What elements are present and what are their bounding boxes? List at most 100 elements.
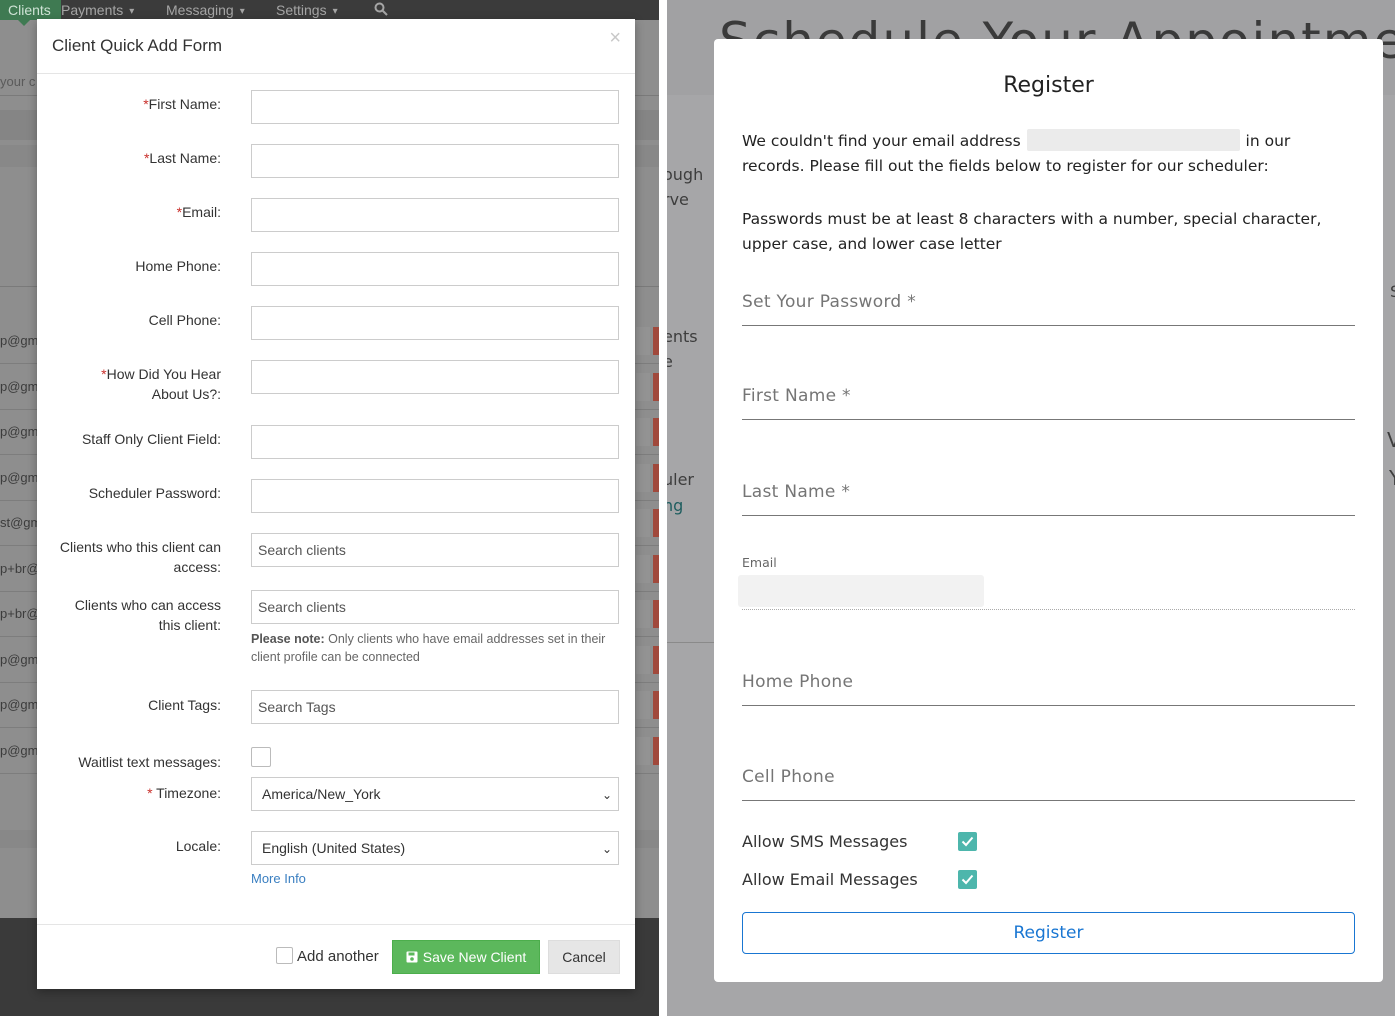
- scheduler-password-input[interactable]: [251, 479, 619, 513]
- email-field-label: Email: [742, 555, 777, 570]
- how-heard-label-line1: How Did You Hear: [106, 366, 221, 382]
- cancel-button[interactable]: Cancel: [548, 940, 620, 974]
- add-another-option[interactable]: Add another: [276, 947, 379, 965]
- allow-email-label: Allow Email Messages: [742, 870, 918, 889]
- right-pane: Schedule Your Appointment ough rve : eld…: [667, 0, 1395, 1016]
- more-info-link[interactable]: More Info: [251, 871, 306, 886]
- nav-settings-label: Settings: [276, 2, 327, 18]
- modal-footer: Add another Save New Client Cancel: [37, 924, 635, 989]
- cell-phone-input[interactable]: [251, 306, 619, 340]
- redacted-email: [1026, 129, 1240, 151]
- last-name-input[interactable]: [251, 144, 619, 178]
- save-icon: [406, 951, 418, 963]
- how-heard-input[interactable]: [251, 360, 619, 394]
- bg-row-cell: [636, 736, 650, 765]
- client-tags-label: Client Tags:: [148, 697, 221, 713]
- register-title: Register: [1003, 73, 1094, 98]
- cell-phone-field[interactable]: Cell Phone: [742, 755, 1355, 801]
- save-new-client-label: Save New Client: [422, 949, 527, 965]
- last-name-field[interactable]: Last Name *: [742, 470, 1355, 516]
- chevron-down-icon: ⌄: [601, 842, 612, 856]
- allow-sms-label: Allow SMS Messages: [742, 832, 908, 851]
- modal-header: Client Quick Add Form ×: [37, 19, 635, 74]
- bg-text: S: [1390, 282, 1395, 301]
- clients-who-access-search[interactable]: Search clients: [251, 590, 619, 624]
- last-name-label: *Last Name:: [41, 148, 221, 168]
- bg-client-email: p@gm: [0, 378, 39, 394]
- set-password-field[interactable]: Set Your Password *: [742, 280, 1355, 326]
- staff-only-input[interactable]: [251, 425, 619, 459]
- bg-instruction-text: your c: [0, 74, 36, 89]
- nav-settings[interactable]: Settings ▾: [276, 2, 338, 18]
- bg-row-cell: [636, 418, 650, 446]
- bg-text: ng: [667, 496, 684, 515]
- first-name-placeholder: First Name *: [742, 386, 851, 406]
- register-dialog: Register We couldn't find your email add…: [714, 39, 1383, 982]
- bg-client-email: p+br@: [0, 606, 40, 621]
- email-input[interactable]: [251, 198, 619, 232]
- chevron-down-icon: ▾: [239, 6, 245, 17]
- bg-client-email: st@gm: [0, 515, 42, 530]
- waitlist-label: Waitlist text messages:: [78, 754, 221, 770]
- email-label-text: Email:: [182, 204, 221, 220]
- allow-sms-checkbox[interactable]: [958, 832, 977, 851]
- checkmark-icon: [961, 836, 974, 847]
- password-rules: Passwords must be at least 8 characters …: [742, 210, 1322, 253]
- clients-can-access-line2: access:: [173, 559, 221, 575]
- waitlist-checkbox[interactable]: [251, 747, 271, 767]
- email-field-underline: [742, 609, 1355, 610]
- screenshot-divider: [659, 0, 667, 1016]
- bg-text: V: [1387, 428, 1395, 452]
- bg-row-cell: [636, 372, 650, 401]
- first-name-input[interactable]: [251, 90, 619, 124]
- add-another-label: Add another: [297, 948, 379, 965]
- add-another-checkbox[interactable]: [276, 947, 293, 964]
- left-pane: Clients Payments ▾ Messaging ▾ Settings ▾ y…: [0, 0, 659, 1016]
- last-name-placeholder: Last Name *: [742, 482, 851, 502]
- register-button[interactable]: Register: [742, 912, 1355, 954]
- nav-messaging[interactable]: Messaging ▾: [166, 2, 245, 18]
- first-name-field[interactable]: First Name *: [742, 374, 1355, 420]
- bg-client-email: p@gm: [0, 742, 39, 758]
- clients-who-access-line1: Clients who can access: [74, 597, 221, 613]
- scheduler-password-label: Scheduler Password:: [88, 485, 221, 501]
- timezone-select[interactable]: America/New_York ⌄: [251, 777, 619, 811]
- bg-row-cell: [636, 327, 650, 355]
- chevron-down-icon: ⌄: [601, 788, 612, 802]
- email-label: *Email:: [41, 202, 221, 222]
- cell-phone-placeholder: Cell Phone: [742, 767, 835, 787]
- home-phone-field[interactable]: Home Phone: [742, 660, 1355, 706]
- bg-row-cell: [636, 509, 650, 537]
- bg-text: e: [667, 352, 673, 371]
- nav-payments[interactable]: Payments ▾: [61, 2, 134, 18]
- modal-title: Client Quick Add Form: [52, 36, 223, 55]
- last-name-label-text: Last Name:: [149, 150, 221, 166]
- clients-can-access-label: Clients who this client can access:: [41, 537, 221, 577]
- bg-client-email: p@gm: [0, 424, 39, 439]
- clients-can-access-search[interactable]: Search clients: [251, 533, 619, 567]
- search-icon[interactable]: [374, 2, 388, 19]
- first-name-label: *First Name:: [41, 94, 221, 114]
- bg-client-email: p@gm: [0, 469, 39, 485]
- nav-clients[interactable]: Clients: [0, 0, 61, 26]
- cell-phone-label: Cell Phone:: [148, 312, 221, 328]
- client-tags-search[interactable]: Search Tags: [251, 690, 619, 724]
- client-quick-add-modal: Client Quick Add Form × *First Name: *La…: [37, 19, 635, 989]
- allow-email-checkbox[interactable]: [958, 870, 977, 889]
- nav-messaging-label: Messaging: [166, 2, 234, 18]
- timezone-label-text: Timezone:: [156, 785, 221, 801]
- home-phone-label: Home Phone:: [135, 258, 221, 274]
- bg-client-email: p@gm: [0, 697, 39, 712]
- home-phone-input[interactable]: [251, 252, 619, 286]
- chevron-down-icon: ▾: [332, 6, 338, 17]
- save-new-client-button[interactable]: Save New Client: [392, 940, 540, 974]
- close-icon[interactable]: ×: [609, 27, 621, 50]
- locale-select[interactable]: English (United States) ⌄: [251, 831, 619, 865]
- bg-client-email: p@gm: [0, 651, 39, 667]
- bg-row-cell: [636, 645, 650, 674]
- help-note: Please note: Only clients who have email…: [251, 630, 619, 666]
- bg-text: uler: [667, 470, 695, 489]
- bg-row-cell: [636, 554, 650, 583]
- top-nav-bar: Clients Payments ▾ Messaging ▾ Settings ▾: [0, 0, 659, 26]
- home-phone-placeholder: Home Phone: [742, 672, 854, 692]
